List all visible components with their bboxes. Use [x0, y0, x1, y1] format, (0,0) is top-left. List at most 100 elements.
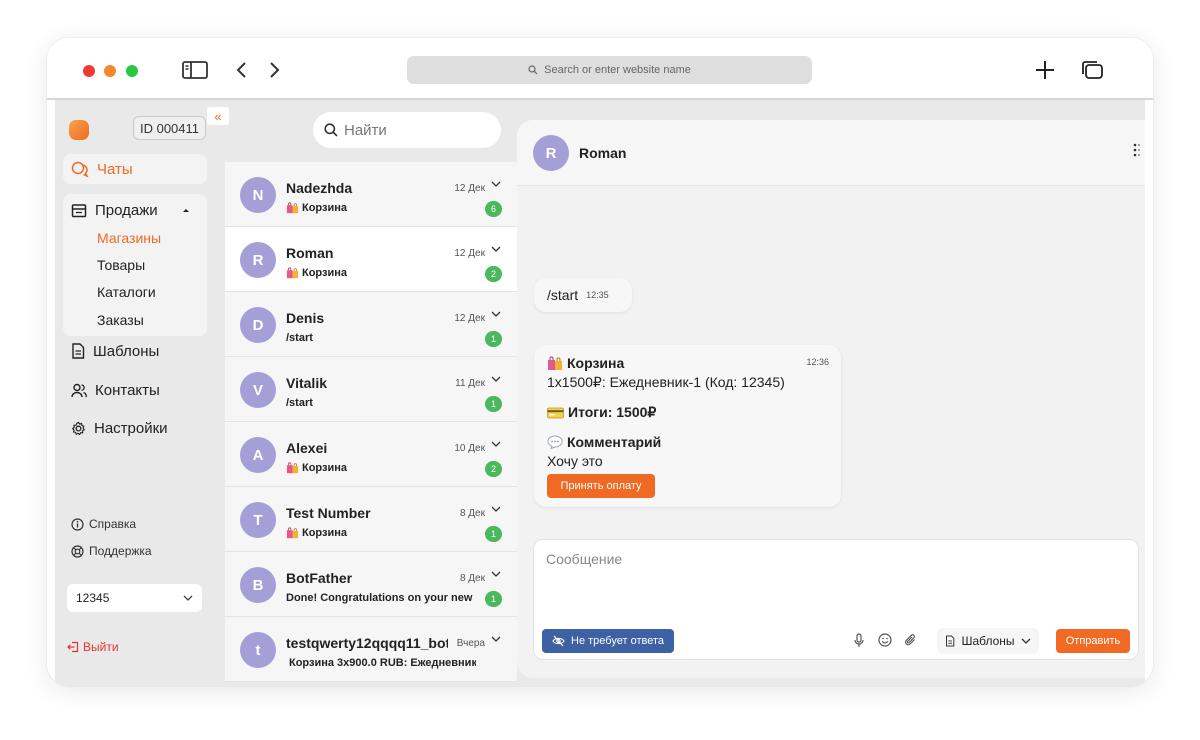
chevron-down-icon[interactable] — [491, 441, 501, 447]
contact-name[interactable]: Roman — [579, 145, 626, 161]
chat-list-item[interactable]: V Vitalik 11 Дек/start 1 — [225, 357, 517, 422]
window-close-button[interactable] — [83, 65, 95, 77]
chevron-down-icon[interactable] — [491, 376, 501, 382]
chat-preview-text: /start — [286, 397, 313, 409]
window-minimize-button[interactable] — [104, 65, 116, 77]
chat-bubbles-icon — [71, 161, 89, 177]
chat-list: Найти N Nadezhda 12 Дек Корзина 6 R Roman 12 Де… — [225, 100, 517, 686]
avatar[interactable]: R — [533, 135, 569, 171]
help-link[interactable]: Справка — [71, 517, 136, 531]
paperclip-icon[interactable] — [904, 633, 917, 648]
sidebar-item-templates[interactable]: Шаблоны — [63, 336, 207, 366]
support-link[interactable]: Поддержка — [71, 544, 152, 558]
message-composer[interactable]: Сообщение Не требует ответа Шаблоны Отпр… — [533, 539, 1139, 660]
avatar: T — [240, 502, 276, 538]
lifebuoy-icon — [71, 544, 84, 558]
sidebar-item-sales[interactable]: Продажи — [63, 195, 207, 225]
chat-list-item[interactable]: T Test Number 8 Дек Корзина 1 — [225, 487, 517, 552]
total-text: Итоги: 1500₽ — [568, 404, 657, 420]
chat-preview-text: Корзина 3x900.0 RUB: Ежедневник-3 — [289, 657, 476, 669]
sidebar-subitem-products[interactable]: Товары — [97, 257, 145, 273]
chat-preview: /start — [286, 332, 476, 344]
sidebar-subitem-orders[interactable]: Заказы — [97, 312, 144, 328]
chevron-down-icon[interactable] — [491, 311, 501, 317]
back-arrow-icon[interactable] — [231, 56, 251, 84]
more-options-icon[interactable] — [1133, 142, 1141, 158]
account-select[interactable]: 12345 — [67, 584, 202, 612]
sidebar-item-contacts[interactable]: Контакты — [63, 375, 207, 405]
chat-name: Denis — [286, 310, 325, 326]
comment-text: Хочу это — [547, 453, 603, 469]
microphone-icon[interactable] — [854, 633, 864, 648]
document-icon — [72, 343, 85, 359]
credit-card-icon — [547, 407, 564, 418]
avatar: B — [240, 567, 276, 603]
chat-date: 12 Дек — [454, 248, 485, 259]
chat-preview-text: Корзина — [302, 462, 347, 474]
send-button[interactable]: Отправить — [1056, 629, 1130, 653]
app-window: Search or enter website name ID 000411 «… — [47, 38, 1153, 686]
message-input-placeholder: Сообщение — [546, 551, 623, 567]
chat-list-item[interactable]: B BotFather 8 Дек Done! Congratulations on … — [225, 552, 517, 617]
eye-off-icon — [552, 635, 565, 647]
chat-preview: Корзина — [286, 267, 476, 279]
chevron-down-icon[interactable] — [491, 506, 501, 512]
chat-date: 12 Дек — [454, 183, 485, 194]
chat-name: BotFather — [286, 570, 353, 586]
chat-list-item[interactable]: R Roman 12 Дек Корзина 2 — [225, 227, 517, 292]
new-tab-plus-icon[interactable] — [1033, 56, 1057, 84]
message-text: /start — [547, 287, 579, 303]
sidebar: ID 000411 « Чаты Продажи Магазины Товары… — [55, 100, 229, 686]
chat-rows: N Nadezhda 12 Дек Корзина 6 R Roman 12 Дек Корзи… — [225, 162, 517, 682]
logout-label: Выйти — [83, 640, 119, 654]
chat-list-item[interactable]: A Alexei 10 Дек Корзина 2 — [225, 422, 517, 487]
comment-title-line: Комментарий — [547, 434, 661, 450]
tabs-overview-icon[interactable] — [1079, 56, 1105, 84]
chat-name: testqwerty12qqqq11_bot — [286, 635, 448, 651]
store-icon — [71, 203, 87, 217]
info-icon — [71, 517, 84, 531]
chat-header: R Roman — [517, 120, 1145, 186]
gear-icon — [71, 421, 86, 435]
emoji-icon[interactable] — [878, 633, 892, 647]
logout-button[interactable]: Выйти — [67, 640, 119, 654]
accept-payment-button[interactable]: Принять оплату — [547, 474, 655, 498]
chat-preview: Корзина — [286, 462, 476, 474]
chat-name: Roman — [286, 245, 334, 261]
sidebar-item-label: Настройки — [94, 419, 168, 437]
unread-badge: 1 — [485, 526, 502, 542]
templates-label: Шаблоны — [961, 634, 1015, 648]
sidebar-subitem-catalogs[interactable]: Каталоги — [97, 284, 156, 300]
address-bar[interactable]: Search or enter website name — [407, 56, 812, 84]
chat-date: Вчера — [456, 638, 485, 649]
account-id-badge: ID 000411 — [133, 116, 206, 140]
chat-preview: Корзина — [286, 202, 476, 214]
sidebar-subitem-shops[interactable]: Магазины — [97, 230, 161, 246]
search-placeholder: Найти — [344, 121, 387, 139]
chevron-down-icon[interactable] — [491, 571, 501, 577]
chat-preview: Корзина — [286, 527, 476, 539]
sidebar-item-settings[interactable]: Настройки — [63, 413, 207, 443]
forward-arrow-icon[interactable] — [265, 56, 285, 84]
no-reply-needed-button[interactable]: Не требует ответа — [542, 629, 674, 653]
chevron-down-icon[interactable] — [491, 246, 501, 252]
sidebar-toggle-icon[interactable] — [181, 56, 209, 84]
document-icon — [946, 635, 955, 647]
sidebar-item-chats[interactable]: Чаты — [63, 154, 207, 184]
no-reply-label: Не требует ответа — [571, 635, 664, 647]
avatar: t — [240, 632, 276, 668]
templates-dropdown[interactable]: Шаблоны — [937, 628, 1039, 654]
chat-preview-text: Корзина — [302, 267, 347, 279]
chat-list-item[interactable]: t testqwerty12qqqq11_bot Вчера Корзина 3x90… — [225, 617, 517, 682]
chat-date: 11 Дек — [455, 378, 485, 389]
app-logo — [69, 120, 89, 140]
chevron-down-icon[interactable] — [491, 636, 501, 642]
chat-preview: Done! Congratulations on your new bot. — [286, 592, 476, 604]
window-maximize-button[interactable] — [126, 65, 138, 77]
chat-list-item[interactable]: N Nadezhda 12 Дек Корзина 6 — [225, 162, 517, 227]
chat-panel: R Roman /start 12:35 12:36 Корзина 1x150… — [517, 120, 1145, 678]
chevron-down-icon[interactable] — [491, 181, 501, 187]
chat-date: 8 Дек — [459, 573, 485, 584]
chat-search-input[interactable]: Найти — [313, 112, 501, 148]
chat-list-item[interactable]: D Denis 12 Дек/start 1 — [225, 292, 517, 357]
